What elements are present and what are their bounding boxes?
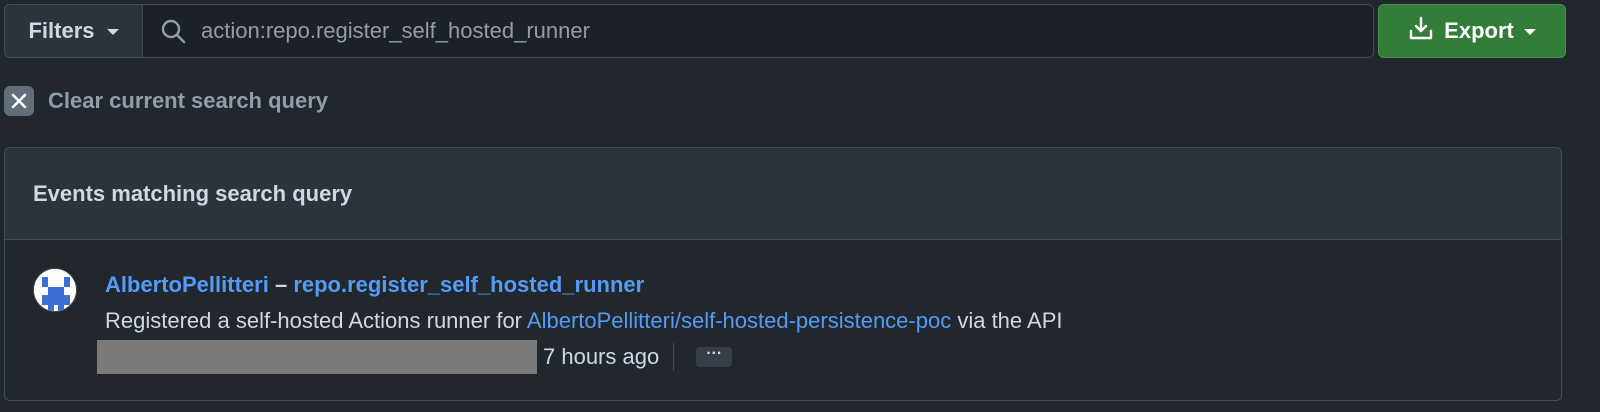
x-icon [4,86,34,116]
search-group: Filters [4,4,1374,58]
repo-link[interactable]: AlbertoPellitteri/self-hosted-persistenc… [527,308,951,333]
event-title: AlbertoPellitteri – repo.register_self_h… [105,272,644,298]
action-link[interactable]: repo.register_self_hosted_runner [293,272,644,297]
search-icon [159,17,187,45]
event-meta: 7 hours ago ··· [97,340,733,374]
triangle-down-icon [1523,29,1536,35]
event-row: AlbertoPellitteri – repo.register_self_h… [5,240,1561,400]
export-button[interactable]: Export [1378,4,1566,58]
event-description: Registered a self-hosted Actions runner … [105,308,1063,334]
event-separator: – [274,272,288,297]
search-box [143,5,1373,57]
filters-label: Filters [28,18,95,43]
panel-title: Events matching search query [5,148,1561,240]
triangle-down-icon [106,29,119,35]
avatar[interactable] [33,268,77,312]
divider [673,343,675,371]
filters-button[interactable]: Filters [5,5,143,57]
download-icon [1408,15,1434,47]
clear-search-query-label: Clear current search query [48,88,329,113]
event-time: 7 hours ago [543,344,660,369]
more-options-button[interactable]: ··· [696,346,733,367]
search-input[interactable] [201,5,1373,57]
description-prefix: Registered a self-hosted Actions runner … [105,308,527,333]
events-panel: Events matching search query AlbertoPell… [4,147,1562,401]
actor-link[interactable]: AlbertoPellitteri [105,272,269,297]
clear-search-query-button[interactable]: Clear current search query [4,84,328,118]
redacted-block [97,340,537,374]
audit-log-toolbar: Filters Export [4,4,1596,58]
export-label: Export [1444,18,1514,43]
description-suffix: via the API [951,308,1063,333]
